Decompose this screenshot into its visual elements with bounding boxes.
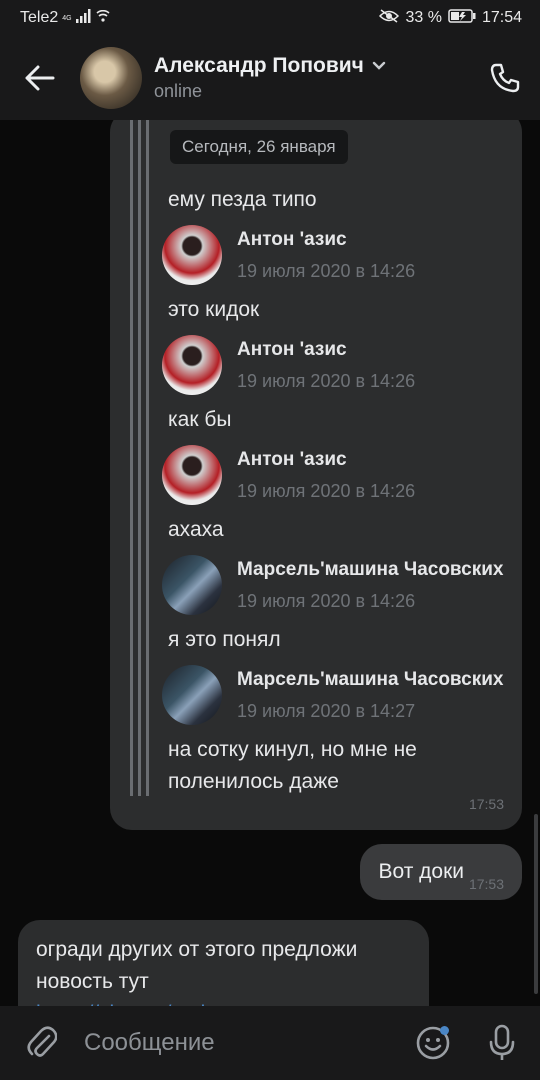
message-link[interactable]: https://vk.com/antiscamer и на [36, 998, 411, 1006]
outgoing-message-bubble[interactable]: Вот доки 17:53 [360, 844, 522, 900]
battery-icon [448, 8, 476, 28]
wifi-icon [96, 9, 110, 27]
author-time: 19 июля 2020 в 14:26 [237, 371, 416, 391]
message-line: новость тут [36, 970, 149, 993]
message-input[interactable] [84, 1029, 402, 1057]
author-name[interactable]: Антон 'азис [237, 229, 507, 251]
forwarded-author-row[interactable]: Антон 'азис 19 июля 2020 в 14:26 [162, 335, 512, 397]
author-name[interactable]: Марсель'машина Часовских [237, 669, 507, 691]
author-time: 19 июля 2020 в 14:26 [237, 591, 416, 611]
contact-avatar[interactable] [80, 47, 142, 109]
phone-icon [490, 63, 520, 93]
author-avatar[interactable] [162, 225, 222, 285]
status-bar: Tele2 4G 33 % 17:54 [0, 0, 540, 36]
forwarded-author-row[interactable]: Антон 'азис 19 июля 2020 в 14:26 [162, 445, 512, 507]
author-avatar[interactable] [162, 335, 222, 395]
emoji-button[interactable] [402, 1006, 464, 1080]
voice-message-button[interactable] [464, 1006, 540, 1080]
chevron-down-icon [372, 61, 386, 70]
author-name[interactable]: Антон 'азис [237, 449, 507, 471]
forward-indicator [130, 120, 150, 796]
message-line: огради других от этого предложи [36, 938, 358, 961]
message-time: 17:53 [468, 796, 504, 812]
forwarded-author-row[interactable]: Марсель'машина Часовских 19 июля 2020 в … [162, 665, 512, 727]
author-avatar[interactable] [162, 555, 222, 615]
contact-status: online [154, 81, 203, 101]
contact-name: Александр Попович [154, 54, 364, 77]
message-list[interactable]: 17:53 Сегодня, 26 января ему пезда типо … [0, 120, 540, 1006]
author-time: 19 июля 2020 в 14:26 [237, 261, 416, 281]
back-button[interactable] [0, 36, 80, 120]
notification-dot [440, 1026, 449, 1035]
author-name[interactable]: Антон 'азис [237, 339, 507, 361]
forwarded-author-row[interactable]: Марсель'машина Часовских 19 июля 2020 в … [162, 555, 512, 617]
message-text: Вот доки [378, 860, 464, 883]
network-type: 4G [62, 14, 72, 22]
author-time: 19 июля 2020 в 14:27 [237, 701, 416, 721]
author-time: 19 июля 2020 в 14:26 [237, 481, 416, 501]
paperclip-icon [27, 1026, 57, 1057]
attach-button[interactable] [0, 1006, 84, 1080]
author-name[interactable]: Марсель'машина Часовских [237, 559, 507, 581]
arrow-left-icon [25, 65, 55, 91]
forwarded-text: ахаха [168, 518, 224, 541]
clock: 17:54 [481, 9, 522, 26]
signal-icon [76, 8, 92, 28]
message-time: 17:53 [468, 876, 504, 892]
forwarded-author-row[interactable]: Антон 'азис 19 июля 2020 в 14:26 [162, 225, 512, 287]
scrollbar[interactable] [534, 814, 538, 994]
contact-info[interactable]: Александр Попович online [154, 54, 470, 102]
forwarded-text: я это понял [168, 628, 281, 651]
forwarded-text: на сотку кинул, но мне не поленилось даж… [168, 738, 417, 793]
author-avatar[interactable] [162, 445, 222, 505]
carrier-label: Tele2 [20, 9, 59, 26]
battery-percent: 33 % [405, 9, 442, 26]
eye-icon [379, 8, 400, 28]
author-avatar[interactable] [162, 665, 222, 725]
microphone-icon [489, 1024, 515, 1060]
call-button[interactable] [470, 36, 540, 120]
forwarded-text: ему пезда типо [168, 188, 317, 211]
date-separator: Сегодня, 26 января [170, 130, 348, 164]
forwarded-text: как бы [168, 408, 232, 431]
chat-header: Александр Попович online [0, 36, 540, 120]
forwarded-text: это кидок [168, 298, 260, 321]
incoming-message-bubble[interactable]: огради других от этого предложи новость … [18, 920, 429, 1006]
message-composer [0, 1006, 540, 1080]
